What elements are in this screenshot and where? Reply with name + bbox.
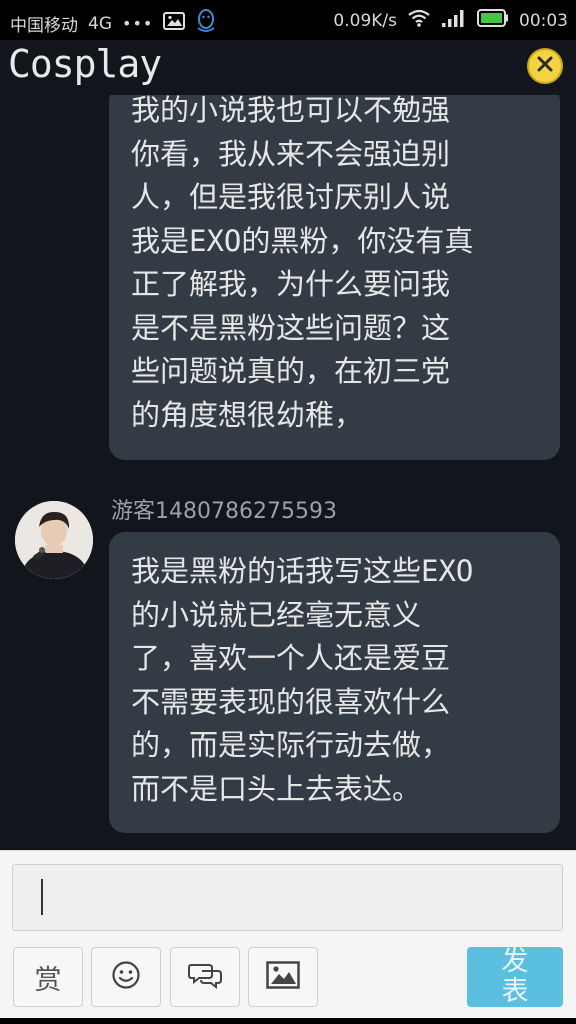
message-bubble: 我的小说我也可以不勉强 你看，我从来不会强迫别 人，但是我很讨厌别人说 我是EX… [109, 95, 560, 460]
gallery-notification-icon [163, 12, 186, 35]
navigation-bar-edge [0, 1018, 576, 1024]
send-button[interactable]: 发表 [467, 947, 563, 1007]
battery-icon [477, 9, 509, 32]
sender-username: 游客1480786275593 [111, 499, 337, 524]
network-speed: 0.09K/s [333, 10, 397, 31]
close-button[interactable] [527, 48, 563, 84]
image-button[interactable] [248, 947, 318, 1007]
smiley-icon [111, 960, 141, 994]
avatar-photo [15, 501, 93, 579]
qq-penguin-icon [195, 8, 217, 39]
message-bubble: 我是黑粉的话我写这些EXO 的小说就已经毫无意义 了，喜欢一个人还是爱豆 不需要… [109, 532, 560, 833]
network-type: 4G [88, 13, 112, 34]
composer: 赏 发表 [0, 850, 576, 1024]
reward-button-label: 赏 [34, 964, 62, 996]
emoji-button[interactable] [91, 947, 161, 1007]
speech-bubbles-icon [188, 961, 222, 993]
image-icon [266, 961, 300, 993]
wifi-icon [407, 8, 431, 33]
text-caret [41, 879, 43, 915]
chat-header: Cosplay [0, 40, 576, 95]
carrier-name: 中国移动 [10, 16, 78, 36]
message-list[interactable]: 我的小说我也可以不勉强 你看，我从来不会强迫别 人，但是我很讨厌别人说 我是EX… [0, 95, 576, 850]
status-bar: 中国移动 4G ••• 0.09K/s 00:03 [0, 0, 576, 40]
reward-button[interactable]: 赏 [13, 947, 83, 1007]
chat-bubble-button[interactable] [170, 947, 240, 1007]
user-avatar[interactable] [15, 501, 93, 579]
signal-strength-icon [441, 8, 467, 33]
close-icon [536, 55, 554, 77]
page-title: Cosplay [8, 42, 162, 86]
status-bar-right: 0.09K/s 00:03 [333, 8, 568, 33]
notification-dots: ••• [122, 14, 154, 33]
clock: 00:03 [519, 10, 568, 31]
status-bar-left: 中国移动 4G ••• [10, 8, 217, 39]
message-input[interactable] [12, 864, 563, 931]
